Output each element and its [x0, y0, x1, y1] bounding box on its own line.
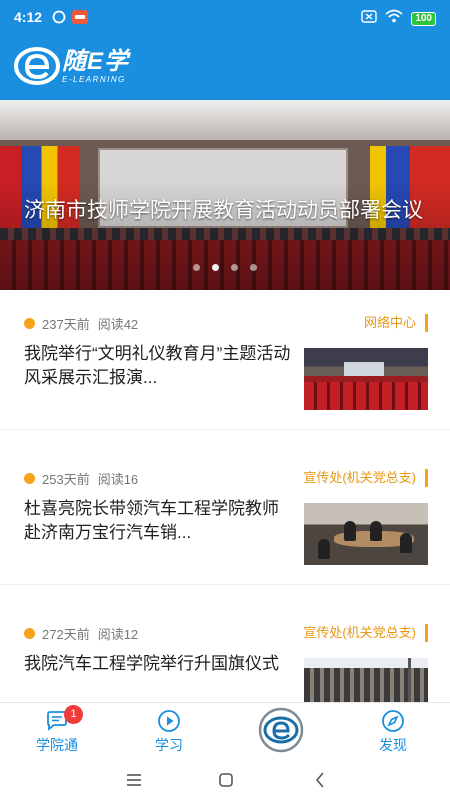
play-circle-icon — [158, 710, 180, 732]
bottom-tab-bar: 1 学院通 学习 发现 — [0, 702, 450, 760]
news-reads: 阅读12 — [97, 627, 139, 642]
app-subtitle: E-LEARNING — [62, 74, 126, 84]
e-logo-icon[interactable] — [258, 707, 304, 753]
status-time: 4:12 — [14, 9, 43, 25]
tab-college[interactable]: 1 学院通 — [12, 703, 102, 761]
carousel-dot[interactable] — [231, 264, 238, 271]
bullet-dot — [24, 628, 35, 639]
status-bar: 4:12 100 — [0, 0, 450, 34]
news-department: 宣传处(机关党总支) — [303, 469, 428, 487]
news-title[interactable]: 我院汽车工程学院举行升国旗仪式 — [24, 652, 294, 676]
news-reads: 阅读42 — [97, 317, 139, 332]
bullet-dot — [24, 318, 35, 329]
news-time: 237天前 — [42, 317, 90, 332]
news-time: 253天前 — [42, 472, 90, 487]
carousel-dot-active[interactable] — [212, 264, 219, 271]
wifi-icon — [385, 9, 403, 28]
home-icon[interactable] — [216, 770, 236, 790]
unread-badge: 1 — [64, 705, 83, 724]
back-icon[interactable] — [310, 770, 330, 790]
carousel-dot[interactable] — [193, 264, 200, 271]
system-navigation-bar — [0, 760, 450, 800]
app-logo: 随E学 E-LEARNING — [14, 44, 129, 88]
tab-study-label: 学习 — [155, 737, 183, 753]
car-notification-icon — [72, 10, 88, 29]
app-name: 随E学 — [62, 47, 130, 75]
banner-caption: 济南市技师学院开展教育活动动员部署会议 — [24, 199, 423, 222]
news-reads: 阅读16 — [97, 472, 139, 487]
tab-discover[interactable]: 发现 — [348, 703, 438, 761]
news-department: 网络中心 — [364, 314, 428, 332]
news-time: 272天前 — [42, 627, 90, 642]
news-title[interactable]: 我院举行“文明礼仪教育月”主题活动风采展示汇报演... — [24, 342, 294, 390]
news-department: 宣传处(机关党总支) — [303, 624, 428, 642]
app-notification-icon — [52, 10, 66, 29]
banner-carousel[interactable]: 济南市技师学院开展教育活动动员部署会议 — [0, 100, 450, 290]
news-list[interactable]: 237天前 阅读42 网络中心 我院举行“文明礼仪教育月”主题活动风采展示汇报演… — [0, 290, 450, 702]
news-item[interactable]: 272天前 阅读12 宣传处(机关党总支) 我院汽车工程学院举行升国旗仪式 — [0, 600, 450, 702]
news-item[interactable]: 253天前 阅读16 宣传处(机关党总支) 杜喜亮院长带领汽车工程学院教师赴济南… — [0, 445, 450, 585]
status-icons: 100 — [361, 9, 436, 28]
carousel-indicator — [0, 264, 450, 271]
compass-icon — [382, 710, 404, 732]
news-title[interactable]: 杜喜亮院长带领汽车工程学院教师赴济南万宝行汽车销... — [24, 497, 294, 545]
e-logo-icon — [14, 47, 60, 85]
news-thumbnail[interactable] — [304, 348, 428, 410]
menu-icon[interactable] — [124, 770, 144, 790]
news-item[interactable]: 237天前 阅读42 网络中心 我院举行“文明礼仪教育月”主题活动风采展示汇报演… — [0, 290, 450, 430]
tab-college-label: 学院通 — [36, 737, 78, 753]
carousel-dot[interactable] — [250, 264, 257, 271]
sim-icon — [361, 9, 378, 28]
news-thumbnail[interactable] — [304, 503, 428, 565]
tab-study[interactable]: 学习 — [124, 703, 214, 761]
news-thumbnail[interactable] — [304, 658, 428, 702]
app-header: 4:12 100 随E学 E-LEARNING — [0, 0, 450, 100]
battery-indicator: 100 — [411, 11, 436, 26]
bullet-dot — [24, 473, 35, 484]
tab-discover-label: 发现 — [379, 737, 407, 753]
